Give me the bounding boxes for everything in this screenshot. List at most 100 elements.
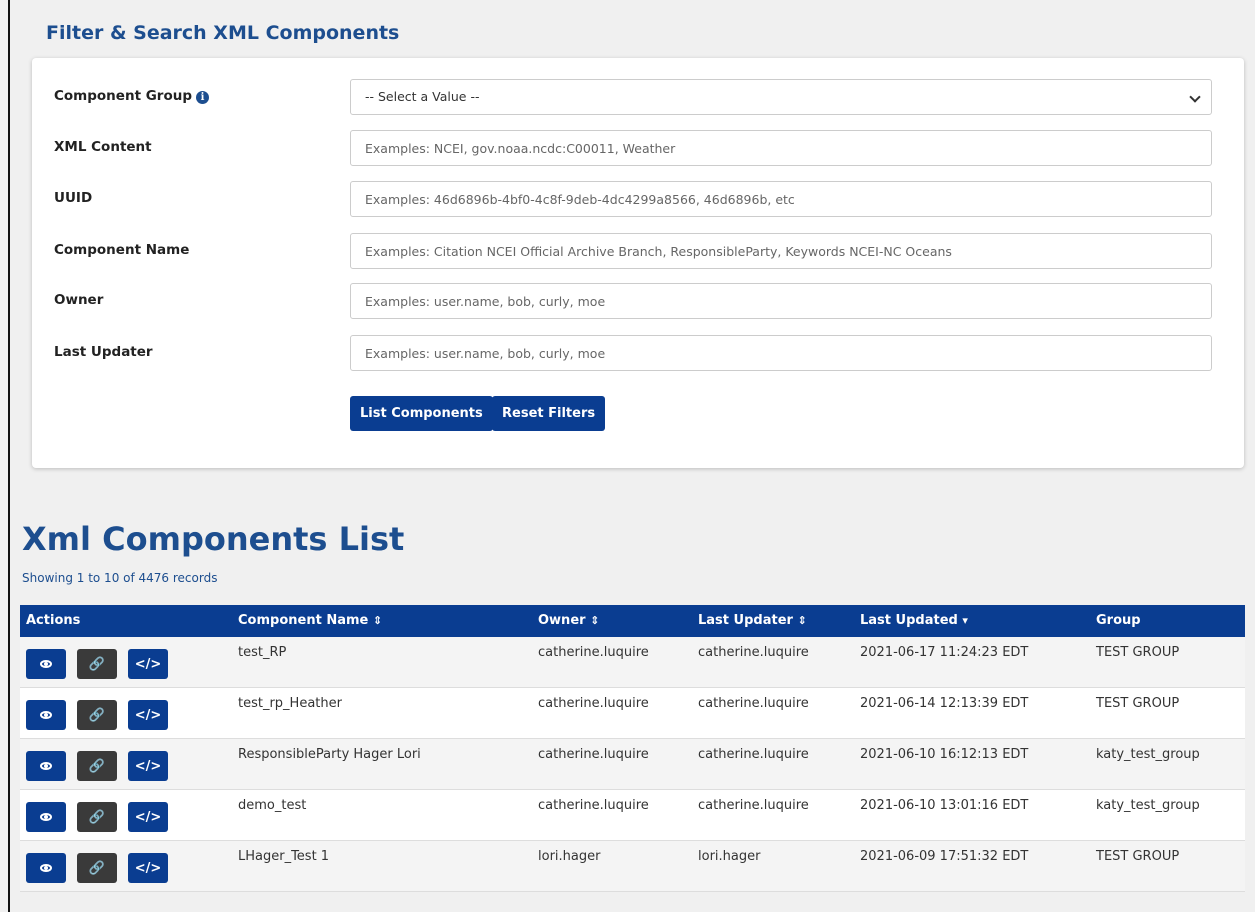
filter-row-component-group: Component Group i -- Select a Value --	[32, 79, 1244, 115]
view-button[interactable]	[26, 649, 66, 679]
cell-last-updated: 2021-06-09 17:51:32 EDT	[860, 849, 1029, 864]
sort-desc-icon: ▾	[962, 614, 968, 627]
xml-code-button[interactable]: </>	[128, 802, 168, 832]
link-icon: 🔗	[88, 860, 106, 876]
table-row: 🔗 </> demo_test catherine.luquire cather…	[20, 790, 1245, 841]
cell-owner: catherine.luquire	[538, 696, 649, 711]
cell-component-name: demo_test	[238, 798, 307, 813]
owner-input[interactable]	[350, 283, 1212, 319]
uuid-label: UUID	[54, 190, 93, 206]
link-button[interactable]: 🔗	[77, 700, 117, 730]
col-group: Group	[1096, 613, 1141, 628]
view-button[interactable]	[26, 700, 66, 730]
filter-row-uuid: UUID	[32, 181, 1244, 217]
filter-card: Component Group i -- Select a Value -- XM…	[32, 58, 1244, 468]
view-button[interactable]	[26, 853, 66, 883]
cell-owner: lori.hager	[538, 849, 601, 864]
xml-code-button[interactable]: </>	[128, 853, 168, 883]
col-actions: Actions	[26, 613, 81, 628]
link-icon: 🔗	[88, 656, 106, 672]
filter-row-owner: Owner	[32, 283, 1244, 319]
cell-component-name: test_rp_Heather	[238, 696, 342, 711]
table-row: 🔗 </> ResponsibleParty Hager Lori cather…	[20, 739, 1245, 790]
eye-icon	[40, 813, 52, 821]
link-button[interactable]: 🔗	[77, 853, 117, 883]
cell-component-name: test_RP	[238, 645, 287, 660]
list-components-button[interactable]: List Components	[350, 396, 493, 431]
cell-owner: catherine.luquire	[538, 798, 649, 813]
cell-last-updated: 2021-06-10 13:01:16 EDT	[860, 798, 1029, 813]
link-icon: 🔗	[88, 809, 106, 825]
link-button[interactable]: 🔗	[77, 751, 117, 781]
cell-group: TEST GROUP	[1096, 849, 1180, 864]
cell-owner: catherine.luquire	[538, 645, 649, 660]
cell-last-updated: 2021-06-10 16:12:13 EDT	[860, 747, 1029, 762]
component-name-label: Component Name	[54, 242, 190, 258]
filter-row-component-name: Component Name	[32, 233, 1244, 269]
sort-icon: ⇕	[590, 614, 600, 627]
owner-label: Owner	[54, 292, 104, 308]
link-button[interactable]: 🔗	[77, 649, 117, 679]
cell-group: katy_test_group	[1096, 798, 1200, 813]
filter-row-xml-content: XML Content	[32, 130, 1244, 166]
eye-icon	[40, 660, 52, 668]
page-left-border	[8, 0, 10, 912]
view-button[interactable]	[26, 802, 66, 832]
records-count: Showing 1 to 10 of 4476 records	[22, 571, 218, 585]
table-row: 🔗 </> LHager_Test 1 lori.hager lori.hage…	[20, 841, 1245, 892]
code-icon: </>	[134, 707, 162, 723]
reset-filters-button[interactable]: Reset Filters	[492, 396, 606, 431]
table-row: 🔗 </> test_rp_Heather catherine.luquire …	[20, 688, 1245, 739]
sort-icon: ⇕	[372, 614, 383, 627]
sort-icon: ⇕	[797, 614, 807, 627]
xml-code-button[interactable]: </>	[128, 700, 168, 730]
link-icon: 🔗	[88, 707, 106, 723]
table-row: 🔗 </> test_RP catherine.luquire catherin…	[20, 637, 1245, 688]
chevron-down-icon	[1189, 91, 1201, 103]
component-group-select[interactable]: -- Select a Value --	[350, 79, 1212, 115]
col-last-updater[interactable]: Last Updater ⇕	[698, 613, 807, 628]
component-group-selected-value: -- Select a Value --	[365, 89, 480, 104]
cell-last-updater: catherine.luquire	[698, 798, 809, 813]
cell-last-updater: catherine.luquire	[698, 645, 809, 660]
cell-last-updated: 2021-06-17 11:24:23 EDT	[860, 645, 1029, 660]
cell-component-name: LHager_Test 1	[238, 849, 330, 864]
xml-code-button[interactable]: </>	[128, 751, 168, 781]
list-title: Xml Components List	[22, 520, 405, 558]
table-header: Actions Component Name ⇕ Owner ⇕ Last Up…	[20, 605, 1245, 637]
cell-group: TEST GROUP	[1096, 645, 1180, 660]
col-owner[interactable]: Owner ⇕	[538, 613, 599, 628]
view-button[interactable]	[26, 751, 66, 781]
filter-row-last-updater: Last Updater	[32, 335, 1244, 371]
code-icon: </>	[134, 758, 162, 774]
uuid-input[interactable]	[350, 181, 1212, 217]
cell-owner: catherine.luquire	[538, 747, 649, 762]
col-last-updated[interactable]: Last Updated ▾	[860, 613, 968, 628]
cell-group: katy_test_group	[1096, 747, 1200, 762]
cell-last-updated: 2021-06-14 12:13:39 EDT	[860, 696, 1029, 711]
eye-icon	[40, 762, 52, 770]
xml-content-input[interactable]	[350, 130, 1212, 166]
component-group-label: Component Group i	[54, 88, 210, 104]
xml-code-button[interactable]: </>	[128, 649, 168, 679]
cell-component-name: ResponsibleParty Hager Lori	[238, 747, 421, 762]
xml-content-label: XML Content	[54, 139, 152, 155]
components-table: Actions Component Name ⇕ Owner ⇕ Last Up…	[20, 605, 1245, 892]
cell-group: TEST GROUP	[1096, 696, 1180, 711]
cell-last-updater: lori.hager	[698, 849, 761, 864]
cell-last-updater: catherine.luquire	[698, 747, 809, 762]
filter-section-title: Filter & Search XML Components	[46, 22, 400, 44]
col-component-name[interactable]: Component Name ⇕	[238, 613, 382, 628]
component-name-input[interactable]	[350, 233, 1212, 269]
eye-icon	[40, 864, 52, 872]
link-icon: 🔗	[88, 758, 106, 774]
last-updater-label: Last Updater	[54, 344, 153, 360]
info-icon[interactable]: i	[196, 91, 210, 104]
eye-icon	[40, 711, 52, 719]
code-icon: </>	[134, 809, 162, 825]
cell-last-updater: catherine.luquire	[698, 696, 809, 711]
code-icon: </>	[134, 656, 162, 672]
code-icon: </>	[134, 860, 162, 876]
link-button[interactable]: 🔗	[77, 802, 117, 832]
last-updater-input[interactable]	[350, 335, 1212, 371]
